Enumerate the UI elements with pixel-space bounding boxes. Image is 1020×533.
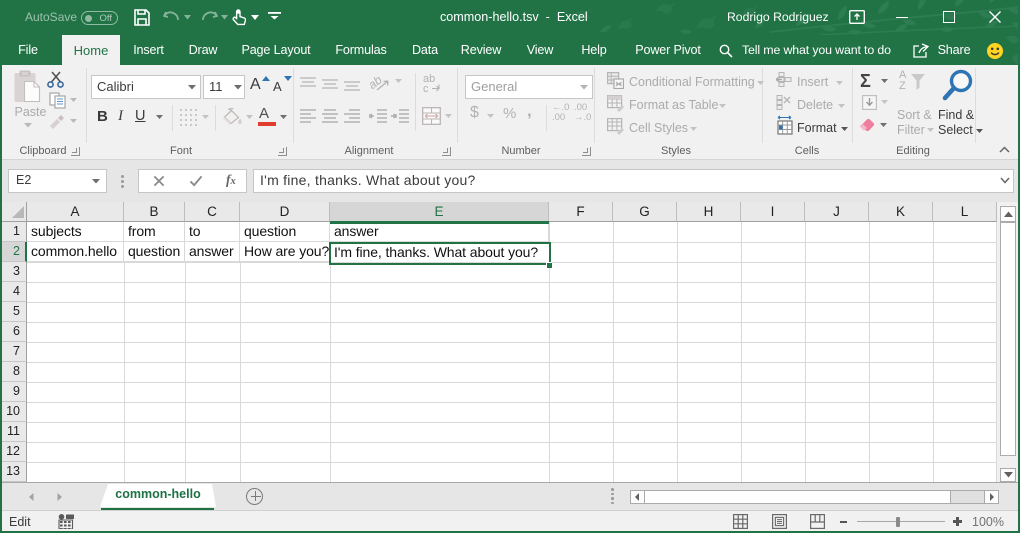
svg-text:c: c (423, 83, 429, 93)
svg-text:ab: ab (369, 73, 385, 92)
